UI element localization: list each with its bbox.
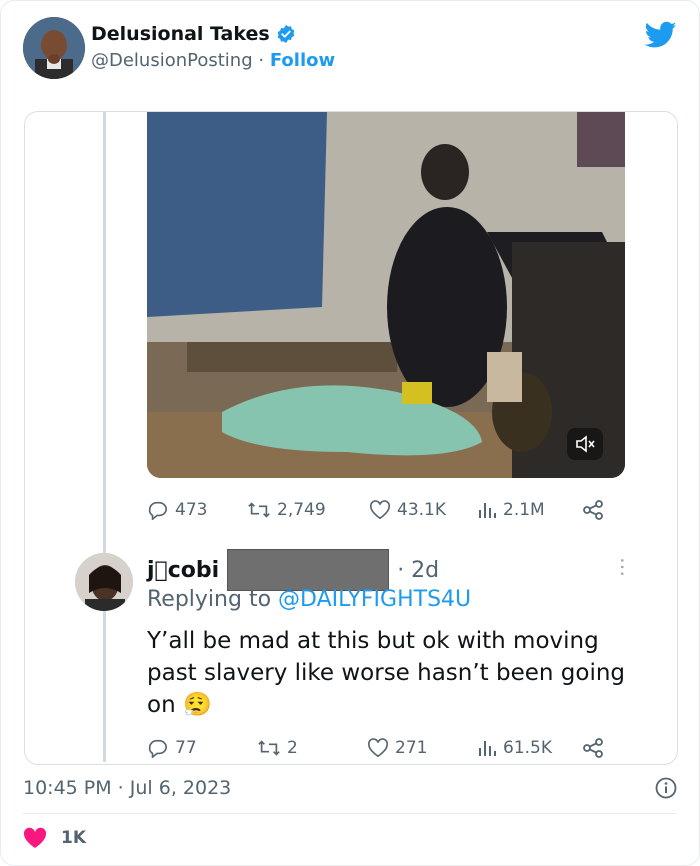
heart-icon [369, 500, 391, 520]
author-name-row[interactable]: Delusional Takes [91, 23, 296, 45]
more-options-icon[interactable]: ⋯ [611, 557, 635, 575]
like-action[interactable]: 1K [23, 827, 86, 849]
reply-metrics: 77 2 271 61.5K [147, 736, 625, 760]
retweet-icon [258, 740, 280, 756]
reply-like-count[interactable]: 271 [367, 738, 427, 758]
tweet-card: Delusional Takes @DelusionPosting · Foll… [0, 0, 700, 866]
quoted-video[interactable] [147, 112, 625, 478]
replying-prefix: Replying to [147, 587, 272, 612]
like-count-label: 43.1K [397, 500, 446, 520]
author-handle[interactable]: @DelusionPosting [91, 50, 253, 71]
reply-name-row: jcobi · 2d [147, 549, 439, 591]
view-count-label: 2.1M [503, 500, 545, 520]
reply-author-name[interactable]: jcobi [147, 558, 219, 583]
reply-like-count-label: 271 [395, 738, 428, 758]
replying-mention[interactable]: @DAILYFIGHTS4U [278, 587, 471, 612]
retweet-icon [248, 502, 270, 518]
heart-icon [367, 738, 389, 758]
mute-button[interactable] [567, 428, 603, 460]
replying-to: Replying to @DAILYFIGHTS4U [147, 587, 471, 612]
reply-icon [148, 739, 167, 758]
reply-icon [148, 501, 167, 520]
yawning-face-emoji: 😮‍💨 [182, 692, 212, 718]
embedded-screenshot[interactable]: 473 2,749 43.1K 2.1M j cobi · 2d ⋯ Reply… [24, 111, 678, 765]
redacted-box [227, 549, 390, 591]
reply-time[interactable]: · 2d [397, 558, 439, 583]
author-name[interactable]: Delusional Takes [91, 23, 270, 45]
retweet-count[interactable]: 2,749 [247, 500, 326, 520]
retweet-count-label: 2,749 [277, 500, 326, 520]
twitter-bird-icon[interactable] [645, 21, 677, 49]
follow-button[interactable]: Follow [270, 50, 335, 71]
reply-retweet-count-label: 2 [287, 738, 298, 758]
like-count-total: 1K [61, 828, 87, 848]
tweet-header: Delusional Takes @DelusionPosting · Foll… [23, 17, 677, 81]
video-frame [147, 112, 625, 478]
reply-text-block: Y’all be mad at this but ok with moving … [147, 625, 627, 721]
info-icon[interactable] [655, 777, 677, 799]
view-count[interactable]: 2.1M [477, 500, 545, 520]
author-avatar[interactable] [23, 17, 85, 79]
reply-view-count[interactable]: 61.5K [477, 738, 552, 758]
reply-text: Y’all be mad at this but ok with moving … [147, 628, 626, 718]
views-icon [479, 741, 496, 756]
reply-count[interactable]: 473 [147, 500, 207, 520]
reply-count-label: 473 [175, 500, 208, 520]
reply-reply-count[interactable]: 77 [147, 738, 197, 758]
thread-line [103, 112, 106, 762]
reply-avatar[interactable] [75, 553, 133, 611]
share-icon [583, 500, 603, 520]
reply-view-count-label: 61.5K [503, 738, 552, 758]
views-icon [479, 503, 496, 518]
verified-badge-icon [277, 24, 295, 44]
quoted-metrics: 473 2,749 43.1K 2.1M [147, 498, 625, 522]
reply-reply-count-label: 77 [175, 738, 197, 758]
reply-share-button[interactable] [582, 737, 604, 759]
like-count[interactable]: 43.1K [369, 500, 446, 520]
share-icon [583, 738, 603, 758]
author-handle-row: @DelusionPosting · Follow [91, 50, 335, 71]
separator-dot: · [258, 50, 265, 71]
heart-filled-icon [23, 827, 47, 848]
divider [23, 813, 677, 814]
share-button[interactable] [582, 499, 604, 521]
speaker-muted-icon [576, 435, 595, 453]
reply-retweet-count[interactable]: 2 [257, 738, 298, 758]
tweet-timestamp[interactable]: 10:45 PM · Jul 6, 2023 [23, 777, 231, 799]
